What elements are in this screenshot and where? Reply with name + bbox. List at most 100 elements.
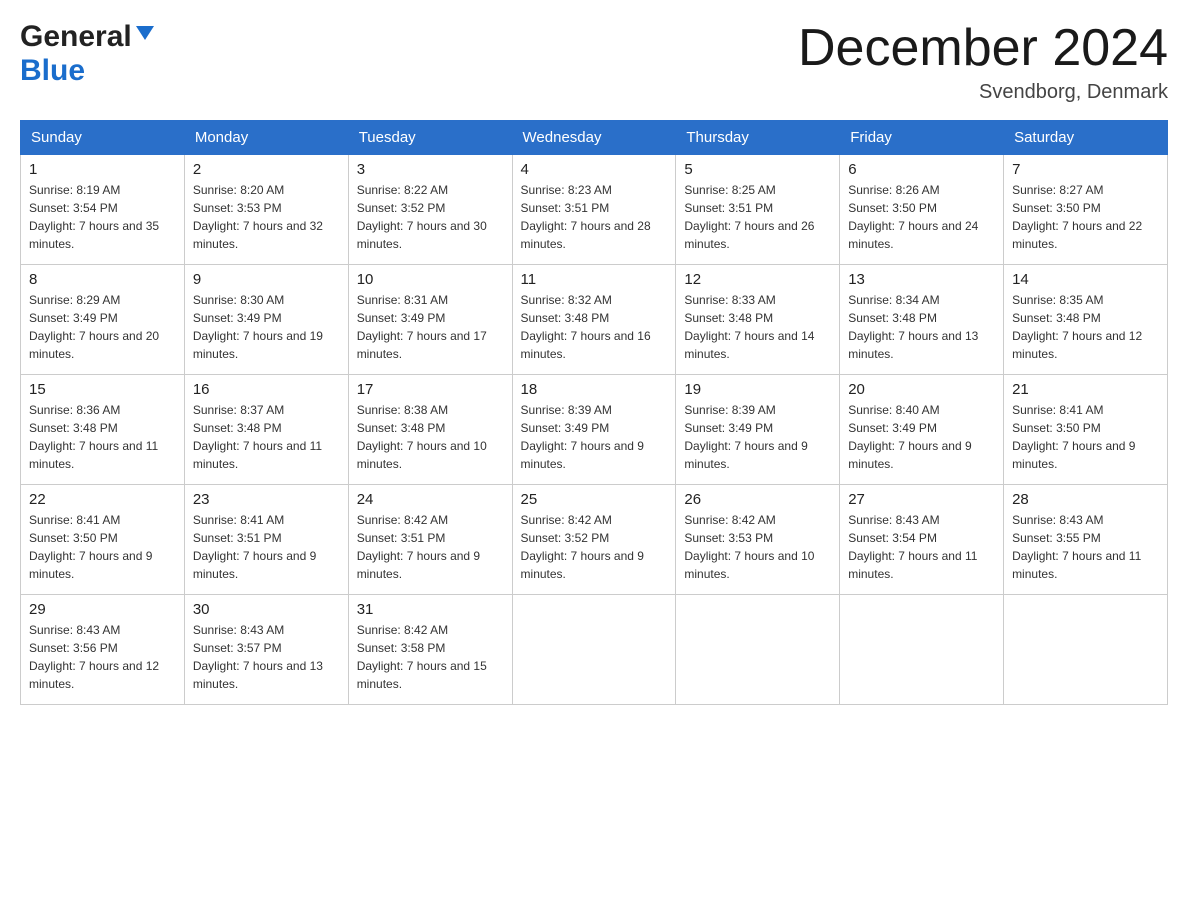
calendar-day-cell: 7 Sunrise: 8:27 AMSunset: 3:50 PMDayligh… [1004, 155, 1168, 265]
day-number: 15 [29, 381, 176, 398]
day-number: 30 [193, 601, 340, 618]
calendar-day-cell [512, 595, 676, 705]
day-number: 25 [521, 491, 668, 508]
title-block: December 2024 Svendborg, Denmark [798, 20, 1168, 104]
day-info: Sunrise: 8:23 AMSunset: 3:51 PMDaylight:… [521, 183, 651, 251]
day-number: 11 [521, 271, 668, 288]
month-title: December 2024 [798, 20, 1168, 77]
col-saturday: Saturday [1004, 121, 1168, 155]
calendar-day-cell: 27 Sunrise: 8:43 AMSunset: 3:54 PMDaylig… [840, 485, 1004, 595]
col-monday: Monday [184, 121, 348, 155]
calendar-day-cell: 19 Sunrise: 8:39 AMSunset: 3:49 PMDaylig… [676, 375, 840, 485]
day-number: 16 [193, 381, 340, 398]
day-info: Sunrise: 8:39 AMSunset: 3:49 PMDaylight:… [521, 403, 644, 471]
calendar-day-cell: 14 Sunrise: 8:35 AMSunset: 3:48 PMDaylig… [1004, 265, 1168, 375]
day-info: Sunrise: 8:41 AMSunset: 3:50 PMDaylight:… [29, 513, 152, 581]
day-info: Sunrise: 8:20 AMSunset: 3:53 PMDaylight:… [193, 183, 323, 251]
calendar-day-cell: 18 Sunrise: 8:39 AMSunset: 3:49 PMDaylig… [512, 375, 676, 485]
day-number: 12 [684, 271, 831, 288]
day-number: 4 [521, 161, 668, 178]
calendar-table: Sunday Monday Tuesday Wednesday Thursday… [20, 120, 1168, 705]
day-info: Sunrise: 8:41 AMSunset: 3:50 PMDaylight:… [1012, 403, 1135, 471]
calendar-day-cell: 13 Sunrise: 8:34 AMSunset: 3:48 PMDaylig… [840, 265, 1004, 375]
calendar-day-cell: 31 Sunrise: 8:42 AMSunset: 3:58 PMDaylig… [348, 595, 512, 705]
col-tuesday: Tuesday [348, 121, 512, 155]
calendar-day-cell [840, 595, 1004, 705]
calendar-day-cell: 9 Sunrise: 8:30 AMSunset: 3:49 PMDayligh… [184, 265, 348, 375]
day-info: Sunrise: 8:43 AMSunset: 3:55 PMDaylight:… [1012, 513, 1141, 581]
calendar-day-cell [676, 595, 840, 705]
calendar-day-cell: 11 Sunrise: 8:32 AMSunset: 3:48 PMDaylig… [512, 265, 676, 375]
calendar-day-cell: 4 Sunrise: 8:23 AMSunset: 3:51 PMDayligh… [512, 155, 676, 265]
day-info: Sunrise: 8:33 AMSunset: 3:48 PMDaylight:… [684, 293, 814, 361]
calendar-week-row: 8 Sunrise: 8:29 AMSunset: 3:49 PMDayligh… [21, 265, 1168, 375]
location: Svendborg, Denmark [798, 81, 1168, 104]
day-info: Sunrise: 8:30 AMSunset: 3:49 PMDaylight:… [193, 293, 323, 361]
day-info: Sunrise: 8:43 AMSunset: 3:57 PMDaylight:… [193, 623, 323, 691]
calendar-week-row: 15 Sunrise: 8:36 AMSunset: 3:48 PMDaylig… [21, 375, 1168, 485]
day-number: 19 [684, 381, 831, 398]
day-info: Sunrise: 8:19 AMSunset: 3:54 PMDaylight:… [29, 183, 159, 251]
day-info: Sunrise: 8:37 AMSunset: 3:48 PMDaylight:… [193, 403, 322, 471]
day-number: 13 [848, 271, 995, 288]
day-info: Sunrise: 8:42 AMSunset: 3:53 PMDaylight:… [684, 513, 814, 581]
day-number: 2 [193, 161, 340, 178]
logo-blue-text: Blue [20, 54, 85, 87]
day-number: 26 [684, 491, 831, 508]
day-number: 24 [357, 491, 504, 508]
calendar-day-cell: 22 Sunrise: 8:41 AMSunset: 3:50 PMDaylig… [21, 485, 185, 595]
day-number: 22 [29, 491, 176, 508]
calendar-day-cell: 21 Sunrise: 8:41 AMSunset: 3:50 PMDaylig… [1004, 375, 1168, 485]
calendar-day-cell: 6 Sunrise: 8:26 AMSunset: 3:50 PMDayligh… [840, 155, 1004, 265]
calendar-week-row: 1 Sunrise: 8:19 AMSunset: 3:54 PMDayligh… [21, 155, 1168, 265]
calendar-day-cell: 20 Sunrise: 8:40 AMSunset: 3:49 PMDaylig… [840, 375, 1004, 485]
day-number: 21 [1012, 381, 1159, 398]
calendar-header-row: Sunday Monday Tuesday Wednesday Thursday… [21, 121, 1168, 155]
day-number: 3 [357, 161, 504, 178]
day-info: Sunrise: 8:42 AMSunset: 3:51 PMDaylight:… [357, 513, 480, 581]
day-number: 1 [29, 161, 176, 178]
col-sunday: Sunday [21, 121, 185, 155]
day-info: Sunrise: 8:34 AMSunset: 3:48 PMDaylight:… [848, 293, 978, 361]
day-number: 5 [684, 161, 831, 178]
col-friday: Friday [840, 121, 1004, 155]
calendar-day-cell: 17 Sunrise: 8:38 AMSunset: 3:48 PMDaylig… [348, 375, 512, 485]
page-header: General Blue December 2024 Svendborg, De… [20, 20, 1168, 104]
day-info: Sunrise: 8:41 AMSunset: 3:51 PMDaylight:… [193, 513, 316, 581]
day-number: 9 [193, 271, 340, 288]
calendar-day-cell: 24 Sunrise: 8:42 AMSunset: 3:51 PMDaylig… [348, 485, 512, 595]
calendar-day-cell: 1 Sunrise: 8:19 AMSunset: 3:54 PMDayligh… [21, 155, 185, 265]
calendar-day-cell: 12 Sunrise: 8:33 AMSunset: 3:48 PMDaylig… [676, 265, 840, 375]
calendar-day-cell: 2 Sunrise: 8:20 AMSunset: 3:53 PMDayligh… [184, 155, 348, 265]
day-info: Sunrise: 8:26 AMSunset: 3:50 PMDaylight:… [848, 183, 978, 251]
calendar-day-cell [1004, 595, 1168, 705]
day-info: Sunrise: 8:38 AMSunset: 3:48 PMDaylight:… [357, 403, 487, 471]
day-info: Sunrise: 8:39 AMSunset: 3:49 PMDaylight:… [684, 403, 807, 471]
calendar-day-cell: 23 Sunrise: 8:41 AMSunset: 3:51 PMDaylig… [184, 485, 348, 595]
day-number: 29 [29, 601, 176, 618]
logo: General Blue [20, 20, 156, 88]
day-info: Sunrise: 8:31 AMSunset: 3:49 PMDaylight:… [357, 293, 487, 361]
day-info: Sunrise: 8:42 AMSunset: 3:52 PMDaylight:… [521, 513, 644, 581]
day-number: 18 [521, 381, 668, 398]
logo-general-text: General [20, 20, 132, 54]
day-info: Sunrise: 8:25 AMSunset: 3:51 PMDaylight:… [684, 183, 814, 251]
day-info: Sunrise: 8:35 AMSunset: 3:48 PMDaylight:… [1012, 293, 1142, 361]
day-number: 31 [357, 601, 504, 618]
logo-arrow-icon [134, 22, 156, 49]
calendar-day-cell: 16 Sunrise: 8:37 AMSunset: 3:48 PMDaylig… [184, 375, 348, 485]
calendar-day-cell: 3 Sunrise: 8:22 AMSunset: 3:52 PMDayligh… [348, 155, 512, 265]
calendar-day-cell: 25 Sunrise: 8:42 AMSunset: 3:52 PMDaylig… [512, 485, 676, 595]
day-number: 17 [357, 381, 504, 398]
col-thursday: Thursday [676, 121, 840, 155]
day-number: 23 [193, 491, 340, 508]
day-number: 27 [848, 491, 995, 508]
day-info: Sunrise: 8:29 AMSunset: 3:49 PMDaylight:… [29, 293, 159, 361]
day-number: 8 [29, 271, 176, 288]
calendar-day-cell: 5 Sunrise: 8:25 AMSunset: 3:51 PMDayligh… [676, 155, 840, 265]
day-info: Sunrise: 8:32 AMSunset: 3:48 PMDaylight:… [521, 293, 651, 361]
calendar-day-cell: 10 Sunrise: 8:31 AMSunset: 3:49 PMDaylig… [348, 265, 512, 375]
calendar-week-row: 22 Sunrise: 8:41 AMSunset: 3:50 PMDaylig… [21, 485, 1168, 595]
day-number: 6 [848, 161, 995, 178]
day-info: Sunrise: 8:40 AMSunset: 3:49 PMDaylight:… [848, 403, 971, 471]
